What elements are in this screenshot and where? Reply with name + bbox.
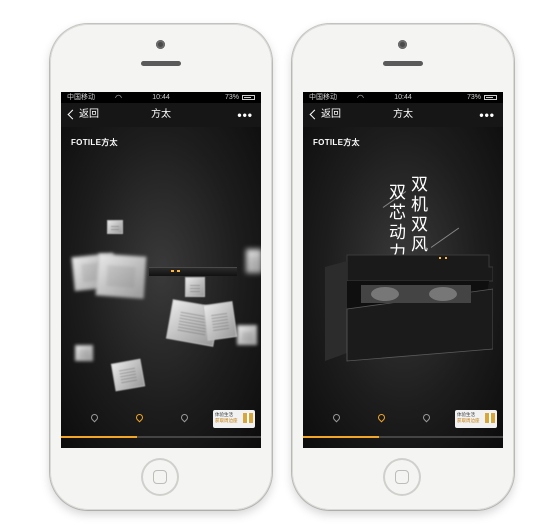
battery-icon [484, 95, 497, 100]
camera-icon [156, 40, 165, 49]
status-battery-percent: 73% [466, 94, 481, 101]
speaker-icon [383, 61, 423, 66]
phone-right: 中国移动 ◠ 10:44 73% 返回 方太 ••• FOTILE方太 双机双风… [292, 24, 514, 510]
brand-logo: FOTILE方太 [313, 137, 360, 148]
home-button[interactable] [141, 458, 179, 496]
floating-box [75, 345, 93, 361]
floating-box [185, 277, 205, 297]
map-pin-icon[interactable] [89, 412, 100, 423]
gift-icon [485, 413, 495, 423]
floating-box [202, 301, 238, 341]
floating-box [246, 249, 261, 273]
hood-image [325, 254, 493, 362]
progress-fill [303, 436, 379, 438]
camera-icon [398, 40, 407, 49]
phone-left: 中国移动 ◠ 10:44 73% 返回 方太 ••• FOTILE方太 体验生活… [50, 24, 272, 510]
gift-badge[interactable]: 体验生活 获取周边座 [455, 410, 497, 428]
progress-track [303, 436, 503, 438]
map-pin-icon[interactable] [331, 412, 342, 423]
more-icon[interactable]: ••• [479, 103, 495, 127]
nav-title: 方太 [151, 109, 171, 120]
map-pin-icon[interactable] [376, 412, 387, 423]
brand-logo: FOTILE方太 [71, 137, 118, 148]
brand-logo-cn: 方太 [101, 138, 118, 147]
status-battery-percent: 73% [224, 94, 239, 101]
gift-icon [243, 413, 253, 423]
content-area: FOTILE方太 双机双风道 双芯动力 体验生活 获取周边座 [303, 127, 503, 448]
floating-box [95, 253, 147, 299]
more-icon[interactable]: ••• [237, 103, 253, 127]
floating-box [237, 325, 257, 345]
brand-logo-cn: 方太 [343, 138, 360, 147]
home-button-icon [395, 470, 409, 484]
hood-image [149, 267, 237, 276]
progress-track [61, 436, 261, 438]
nav-title: 方太 [393, 109, 413, 120]
battery-icon [242, 95, 255, 100]
map-pin-icon[interactable] [134, 412, 145, 423]
brand-logo-latin: FOTILE [71, 138, 102, 147]
slogan-line-2: 双芯动力 [385, 183, 405, 263]
screen: 中国移动 ◠ 10:44 73% 返回 方太 ••• FOTILE方太 体验生活… [61, 92, 261, 448]
decor-line [430, 227, 460, 248]
speaker-icon [141, 61, 181, 66]
floating-box [107, 220, 123, 234]
status-bar: 中国移动 ◠ 10:44 73% [61, 92, 261, 103]
screen: 中国移动 ◠ 10:44 73% 返回 方太 ••• FOTILE方太 双机双风… [303, 92, 503, 448]
status-bar: 中国移动 ◠ 10:44 73% [303, 92, 503, 103]
progress-fill [61, 436, 137, 438]
nav-bar: 返回 方太 ••• [303, 103, 503, 127]
floating-box [110, 358, 146, 392]
gift-badge[interactable]: 体验生活 获取周边座 [213, 410, 255, 428]
home-button-icon [153, 470, 167, 484]
nav-bar: 返回 方太 ••• [61, 103, 261, 127]
map-pin-icon[interactable] [421, 412, 432, 423]
home-button[interactable] [383, 458, 421, 496]
brand-logo-latin: FOTILE [313, 138, 344, 147]
map-pin-icon[interactable] [179, 412, 190, 423]
content-area: FOTILE方太 体验生活 获取周边座 [61, 127, 261, 448]
